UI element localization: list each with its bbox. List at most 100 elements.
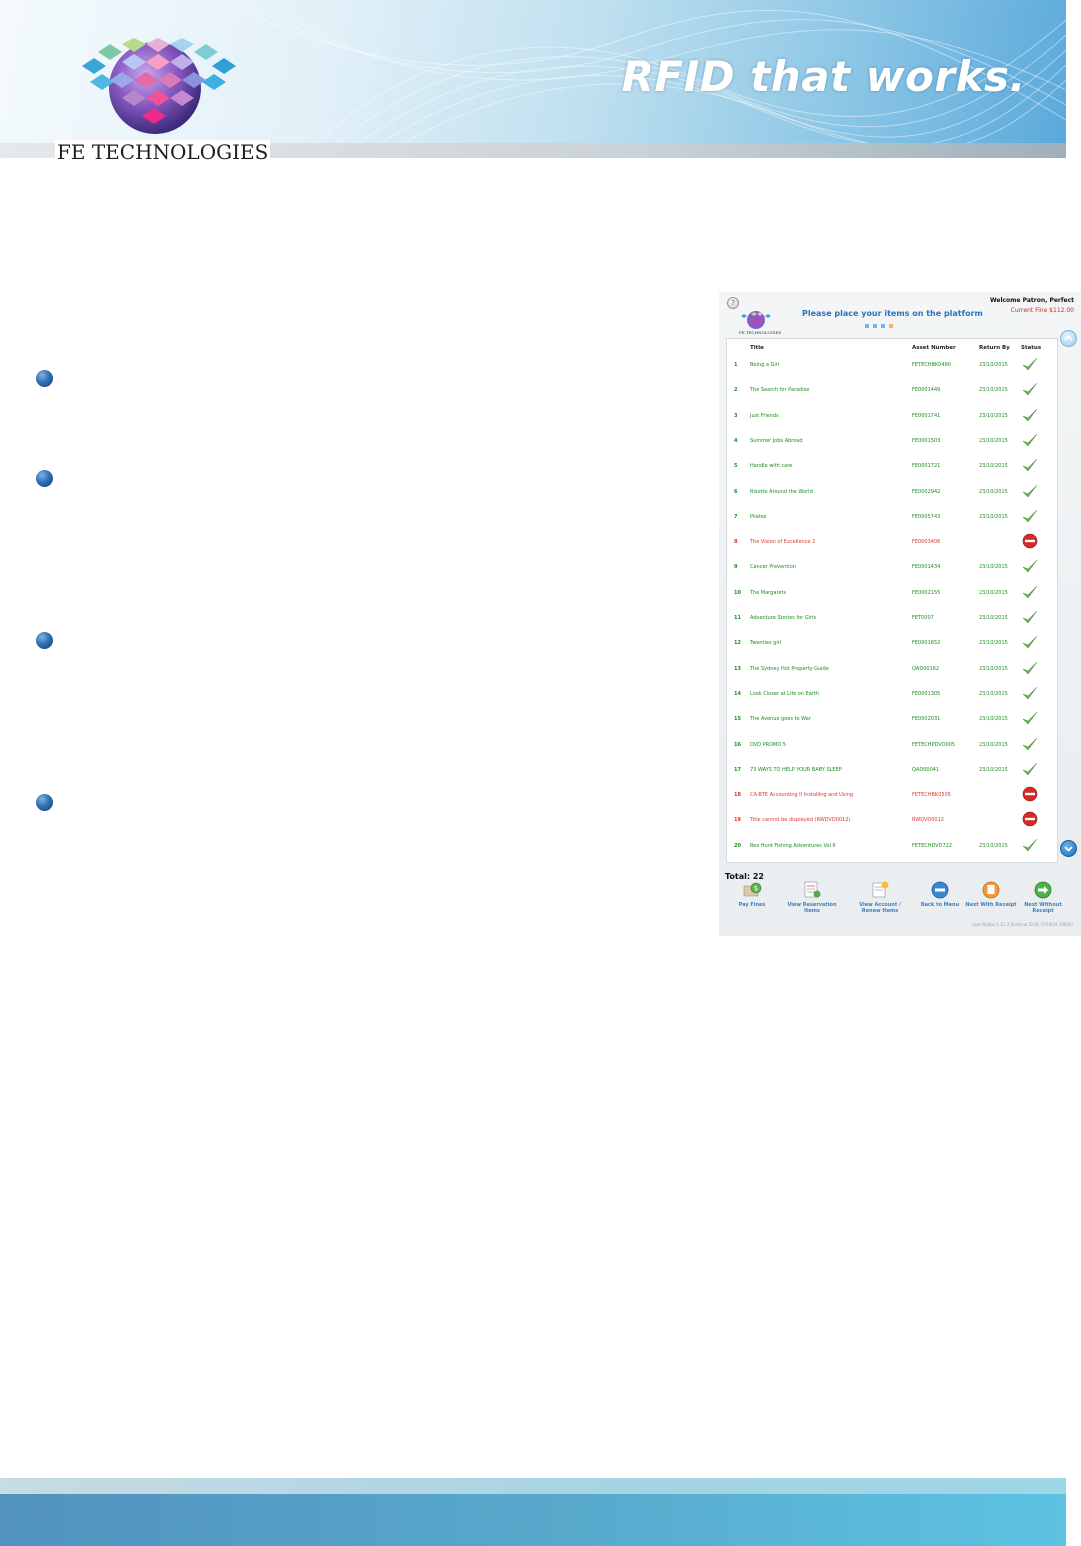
item-title: 73 WAYS TO HELP YOUR BABY SLEEP — [750, 766, 842, 773]
table-row: 7 Pilates FE0005743 23/10/2015 — [727, 504, 1057, 529]
item-title: The Margarets — [750, 589, 787, 596]
checkmark-icon — [1022, 712, 1038, 725]
bullet-icon — [36, 370, 53, 387]
row-number: 9 — [734, 564, 738, 571]
asset-number: FE0002031 — [912, 716, 941, 723]
bullet-icon — [36, 632, 53, 649]
stop-icon — [1022, 812, 1038, 827]
return-date: 23/10/2015 — [979, 690, 1008, 697]
pay-fines-button[interactable]: $ Pay Fines — [722, 880, 782, 908]
table-row: 19 Title cannot be displayed (RWDVD0012) R… — [727, 807, 1057, 832]
return-date: 23/10/2015 — [979, 463, 1008, 470]
pay-fines-label: Pay Fines — [738, 902, 766, 908]
item-title: The Avenue goes to War — [750, 716, 811, 723]
asset-number: FE0001503 — [912, 437, 941, 444]
row-number: 1 — [734, 362, 738, 368]
asset-number: FETECHDVD722 — [912, 842, 953, 849]
checkmark-icon — [1022, 762, 1038, 776]
checkmark-icon — [1022, 357, 1038, 371]
return-date: 23/10/2015 — [979, 412, 1008, 419]
item-title: Title cannot be displayed (RWDVD0012) — [750, 817, 851, 824]
table-row: 14 Look Closer at Life on Earth FE0001305 2… — [727, 681, 1057, 706]
checkmark-icon — [1022, 661, 1038, 674]
asset-number: FE0001449 — [912, 387, 941, 394]
return-date: 23/10/2015 — [979, 716, 1008, 723]
table-row: 6 Risotto Around the World FE0002942 23/10/… — [727, 479, 1057, 504]
kiosk-screenshot: ? FE TECHNOLOGIES Please place your item… — [719, 292, 1081, 936]
row-number: 16 — [734, 741, 741, 748]
row-number: 7 — [734, 513, 738, 520]
back-arrow-icon — [931, 881, 949, 899]
return-date: 23/10/2015 — [979, 488, 1008, 495]
row-number: 11 — [734, 615, 741, 621]
column-header-return: Return By — [979, 345, 1010, 351]
asset-number: FET0007 — [912, 615, 934, 621]
svg-text:$: $ — [754, 885, 758, 893]
checkmark-icon — [1022, 686, 1038, 700]
checkmark-icon — [1022, 484, 1038, 497]
tagline: RFID that works. — [621, 52, 1026, 101]
view-account-button[interactable]: View Account / Renew Items — [850, 880, 910, 914]
checkmark-icon — [1022, 838, 1038, 852]
item-title: Cancer Prevention — [750, 564, 796, 571]
row-number: 17 — [734, 766, 741, 773]
row-number: 15 — [734, 716, 741, 723]
asset-number: FE0001652 — [912, 640, 941, 647]
item-title: The Sydney Hot Property Guide — [750, 665, 829, 672]
stop-icon — [1022, 533, 1038, 549]
money-icon: $ — [743, 882, 762, 897]
row-number: 12 — [734, 640, 741, 647]
table-row: 9 Cancer Prevention FE0001434 23/10/2015 — [727, 554, 1057, 579]
receipt-icon — [982, 881, 1000, 899]
row-number: 10 — [734, 589, 741, 596]
asset-number: RWDVD0012 — [912, 817, 944, 824]
row-number: 6 — [734, 488, 738, 495]
checkmark-icon — [1022, 383, 1038, 396]
current-fine: Current Fine $112.00 — [1010, 307, 1074, 314]
asset-number: QAD00162 — [912, 665, 940, 672]
checkmark-icon — [1022, 585, 1038, 599]
asset-number: FE0001721 — [912, 463, 941, 470]
return-date: 23/10/2015 — [979, 615, 1008, 621]
return-date: 23/10/2015 — [979, 842, 1008, 849]
account-renew-icon — [872, 881, 889, 898]
items-table: Title Asset Number Return By Status 1 Bei… — [726, 338, 1058, 863]
return-date: 23/10/2015 — [979, 387, 1008, 394]
table-row: 20 Rex Hunt Fishing Adventures Vol 6 FETEC… — [727, 833, 1057, 858]
checkmark-icon — [1022, 737, 1038, 750]
next-with-receipt-button[interactable]: Next With Receipt — [961, 880, 1021, 908]
item-title: Just Friends — [750, 412, 779, 419]
item-title: Pilates — [750, 513, 767, 520]
footer-bar — [0, 1494, 1066, 1546]
footer-stripe — [0, 1478, 1066, 1494]
asset-number: FETECHPDVD005 — [912, 741, 956, 748]
table-row: 10 The Margarets FE0002155 23/10/2015 — [727, 580, 1057, 605]
table-row: 2 The Search for Paradise FE0001449 23/10/2… — [727, 377, 1057, 402]
row-number: 2 — [734, 387, 738, 394]
item-title: Look Closer at Life on Earth — [750, 690, 820, 697]
table-row: 1 Being a Girl FETECHBK0480 23/10/2015 — [727, 352, 1057, 377]
table-row: 4 Summer Jobs Abroad FE0001503 23/10/2015 — [727, 428, 1057, 453]
asset-number: FE0002942 — [912, 488, 941, 495]
stop-icon — [1022, 786, 1038, 802]
next-without-receipt-button[interactable]: Next Without Receipt — [1013, 880, 1073, 914]
row-number: 4 — [734, 437, 738, 444]
table-row: 13 The Sydney Hot Property Guide QAD00162 2… — [727, 656, 1057, 681]
item-title: DVD PROMO 5 — [750, 741, 787, 748]
asset-number: FE0001434 — [912, 564, 941, 571]
next-arrow-icon — [1034, 881, 1052, 899]
bullet-icon — [36, 794, 53, 811]
scroll-up-button[interactable] — [1060, 330, 1077, 347]
checkmark-icon — [1022, 560, 1038, 573]
asset-number: FE0003406 — [912, 539, 941, 546]
scroll-down-button[interactable] — [1060, 840, 1077, 857]
view-reservation-button[interactable]: View Reservation Items — [782, 880, 842, 914]
next-without-receipt-label: Next Without Receipt — [1024, 902, 1062, 914]
table-row: 17 73 WAYS TO HELP YOUR BABY SLEEP QAD0004… — [727, 757, 1057, 782]
row-number: 13 — [734, 665, 741, 672]
return-date: 23/10/2015 — [979, 640, 1008, 647]
return-date: 23/10/2015 — [979, 564, 1008, 571]
table-row: 18 CA-BTE Accounting II Installing and Us… — [727, 782, 1057, 807]
kiosk-prompt: Please place your items on the platform — [802, 309, 983, 318]
item-title: Being a Girl — [750, 362, 780, 368]
